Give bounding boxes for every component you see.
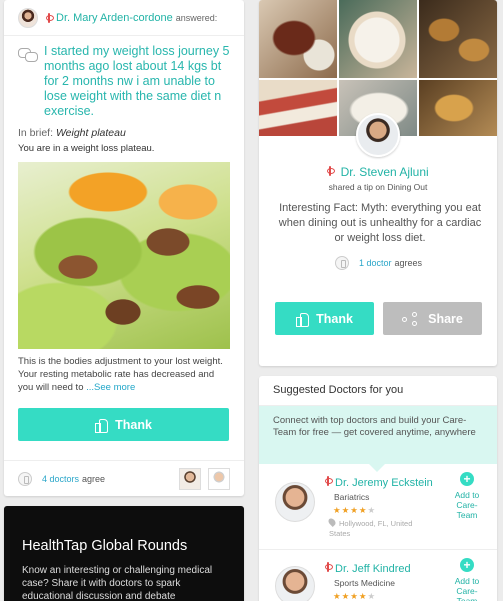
add-to-care-team-label: Add to Care-Team (454, 576, 480, 601)
salad-image (18, 162, 230, 349)
caduceus-icon (325, 476, 333, 486)
thumbs-up-icon (95, 418, 109, 433)
food-photo (419, 0, 497, 78)
location-pin-icon (327, 517, 337, 527)
question-text[interactable]: I started my weight loss journey 5 month… (44, 44, 230, 119)
suggested-doctors-card: Suggested Doctors for you Connect with t… (259, 376, 497, 601)
suggested-doctor-name[interactable]: Dr. Jeremy Eckstein (325, 476, 433, 489)
doctor-avatar[interactable] (18, 7, 38, 28)
doctor-name-text: Dr. Jeremy Eckstein (335, 477, 433, 489)
brief-summary: You are in a weight loss plateau. (18, 143, 155, 154)
doctor-tip-card: Dr. Steven Ajluni shared a tip on Dining… (259, 0, 497, 366)
tip-agree-count-link[interactable]: 1 doctor (359, 258, 392, 268)
share-icon (402, 311, 418, 326)
caduceus-icon (46, 12, 54, 23)
chat-bubbles-icon (18, 48, 38, 62)
brief-value: Weight plateau (55, 127, 126, 139)
doctor-location: Hollywood, FL, United States (327, 517, 429, 539)
agreeing-doctor-avatar[interactable] (179, 467, 201, 490)
doctor-avatar[interactable] (356, 113, 400, 157)
doctor-name-text: Dr. Jeff Kindred (335, 563, 411, 575)
tip-text: Interesting Fact: Myth: everything you e… (278, 202, 482, 244)
tip-thank-button[interactable]: Thank (275, 302, 374, 335)
suggested-doctor-name[interactable]: Dr. Jeff Kindred (325, 562, 411, 575)
doctor-specialty: Sports Medicine (334, 578, 395, 588)
food-photo (259, 80, 337, 136)
tip-doctor-line: Dr. Steven Ajluni (259, 165, 497, 179)
food-photo (339, 0, 417, 78)
star-icon: ★★★★ (333, 505, 368, 515)
answering-doctor-name[interactable]: Dr. Mary Arden-cordone (56, 12, 173, 24)
star-icon: ★ (367, 591, 377, 601)
suggested-doctor-row[interactable]: Dr. Jeremy Eckstein Bariatrics ★★★★★ Hol… (259, 464, 497, 550)
tip-agree-label: agrees (394, 258, 423, 268)
suggested-title: Suggested Doctors for you (259, 376, 497, 406)
add-to-care-team-button[interactable]: + Add to Care-Team (447, 472, 487, 520)
suggested-doctor-row[interactable]: Dr. Jeff Kindred Sports Medicine ★★★★★ +… (259, 550, 497, 601)
rounds-description: Know an interesting or challenging medic… (22, 565, 213, 601)
agreeing-doctor-avatar[interactable] (208, 467, 230, 490)
caduceus-icon (325, 562, 333, 572)
doctor-avatar[interactable] (275, 566, 315, 601)
answer-text: This is the bodies adjustment to your lo… (4, 349, 244, 394)
agree-count-link[interactable]: 4 doctors (42, 474, 79, 484)
agree-label: agree (82, 473, 106, 484)
doctor-specialty: Bariatrics (334, 492, 370, 502)
rounds-title: HealthTap Global Rounds (22, 538, 188, 554)
caduceus-icon (327, 166, 336, 176)
location-text: Hollywood, FL, United States (329, 519, 413, 538)
agree-badge-icon (335, 256, 349, 270)
add-circle-icon: + (460, 558, 474, 572)
tip-thank-label: Thank (316, 311, 353, 326)
tip-shared-label: shared a tip on Dining Out (328, 182, 428, 192)
thumbs-up-icon (296, 312, 310, 327)
rating-stars: ★★★★★ (333, 591, 376, 601)
star-icon: ★ (367, 505, 377, 515)
tip-agree-row: 1 doctor agrees (335, 256, 422, 270)
star-icon: ★★★★ (333, 591, 368, 601)
add-to-care-team-button[interactable]: + Add to Care-Team (447, 558, 487, 601)
food-photo (259, 0, 337, 78)
see-more-link[interactable]: ...See more (86, 382, 135, 393)
add-circle-icon: + (460, 472, 474, 486)
thank-label: Thank (115, 417, 152, 432)
agrees-row: 4 doctors agree (4, 460, 244, 496)
doctor-avatar[interactable] (275, 482, 315, 522)
rating-stars: ★★★★★ (333, 505, 376, 516)
thank-button[interactable]: Thank (18, 408, 229, 441)
question-answer-card: Dr. Mary Arden-cordone answered: I start… (4, 0, 244, 496)
tip-share-label: Share (428, 311, 463, 326)
answered-label: answered: (175, 12, 218, 23)
add-to-care-team-label: Add to Care-Team (454, 490, 480, 520)
brief-label: In brief: (18, 127, 54, 139)
food-photo (419, 80, 497, 136)
tip-share-button[interactable]: Share (383, 302, 482, 335)
agree-badge-icon (18, 471, 32, 486)
tip-doctor-name[interactable]: Dr. Steven Ajluni (341, 165, 429, 179)
answer-header: Dr. Mary Arden-cordone answered: (4, 0, 244, 36)
brief-line: In brief: Weight plateau (4, 119, 244, 139)
care-team-banner: Connect with top doctors and build your … (259, 406, 497, 472)
global-rounds-card[interactable]: HealthTap Global Rounds Know an interest… (4, 506, 244, 601)
question-block: I started my weight loss journey 5 month… (4, 36, 244, 119)
